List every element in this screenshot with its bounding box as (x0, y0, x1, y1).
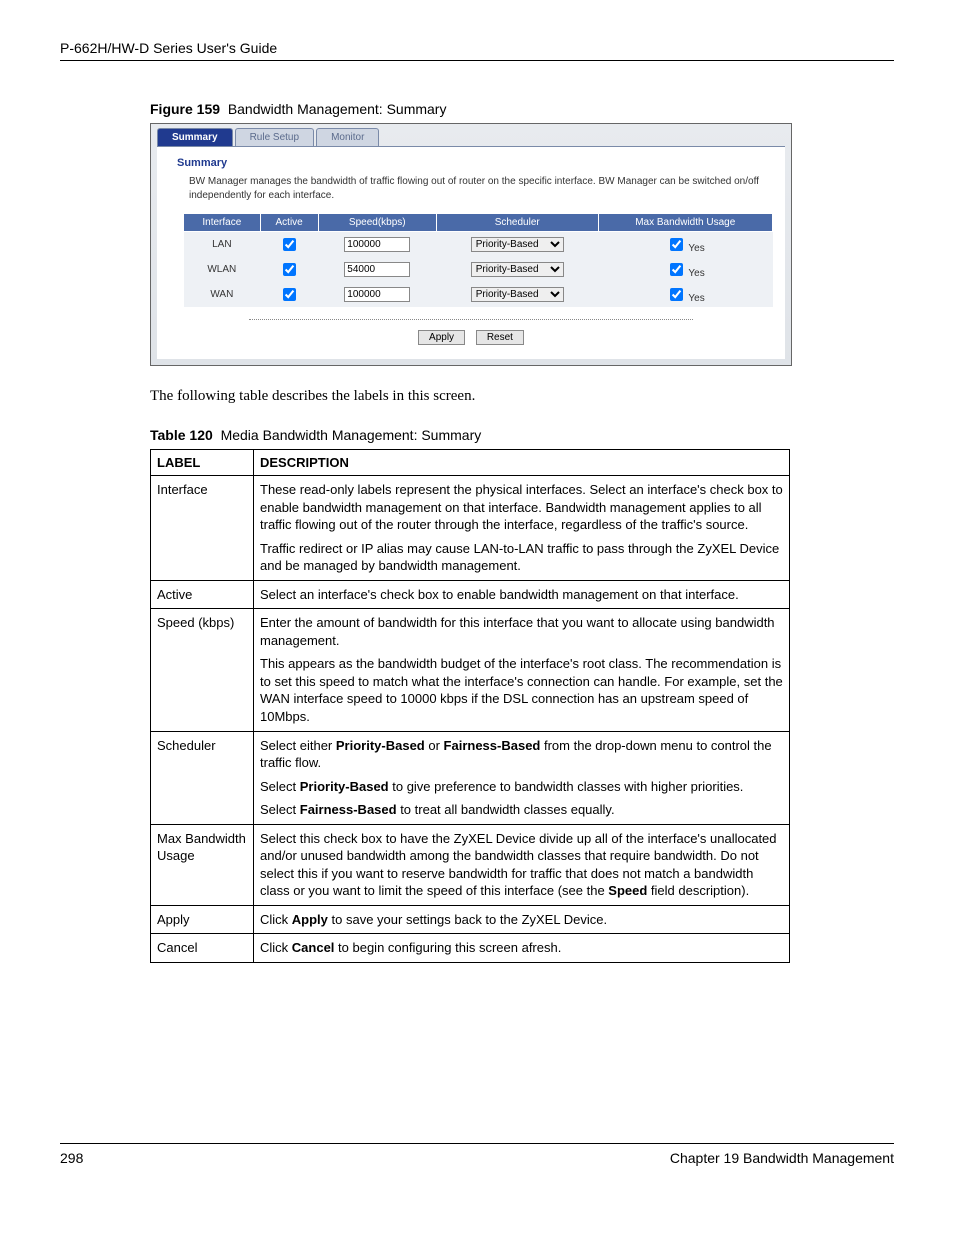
figure-title: Bandwidth Management: Summary (228, 101, 447, 117)
table-label: Table 120 (150, 427, 213, 443)
tab-rule-setup[interactable]: Rule Setup (235, 128, 314, 146)
interface-label: LAN (184, 232, 261, 258)
page-footer: 298 Chapter 19 Bandwidth Management (60, 1143, 894, 1166)
desc-text: Select this check box to have the ZyXEL … (254, 824, 790, 905)
interface-label: WLAN (184, 257, 261, 282)
desc-text: Click Cancel to begin configuring this s… (254, 934, 790, 963)
bw-th: Max Bandwidth Usage (598, 214, 773, 232)
max-usage-checkbox[interactable] (670, 288, 683, 301)
bw-th: Interface (184, 214, 261, 232)
desc-label: Interface (151, 476, 254, 581)
desc-label: Apply (151, 905, 254, 934)
desc-row: Max Bandwidth UsageSelect this check box… (151, 824, 790, 905)
page-number: 298 (60, 1150, 83, 1166)
desc-row: Speed (kbps)Enter the amount of bandwidt… (151, 609, 790, 731)
figure-caption: Figure 159 Bandwidth Management: Summary (150, 101, 894, 117)
active-checkbox[interactable] (283, 288, 296, 301)
table-title: Media Bandwidth Management: Summary (221, 427, 482, 443)
speed-input[interactable] (344, 237, 410, 252)
desc-label: Speed (kbps) (151, 609, 254, 731)
max-usage-label: Yes (686, 243, 705, 254)
panel-description: BW Manager manages the bandwidth of traf… (169, 175, 773, 213)
apply-button[interactable]: Apply (418, 330, 465, 345)
tabbar: SummaryRule SetupMonitor (151, 124, 791, 146)
chapter-label: Chapter 19 Bandwidth Management (670, 1150, 894, 1166)
ui-screenshot: SummaryRule SetupMonitor Summary BW Mana… (150, 123, 792, 366)
scheduler-select[interactable]: Priority-BasedFairness-Based (471, 262, 564, 277)
active-checkbox[interactable] (283, 238, 296, 251)
description-table: LABEL DESCRIPTION InterfaceThese read-on… (150, 449, 790, 963)
speed-input[interactable] (344, 262, 410, 277)
scheduler-select[interactable]: Priority-BasedFairness-Based (471, 287, 564, 302)
max-usage-label: Yes (686, 268, 705, 279)
desc-text: Click Apply to save your settings back t… (254, 905, 790, 934)
max-usage-checkbox[interactable] (670, 238, 683, 251)
table-row: LAN Priority-BasedFairness-Based Yes (184, 232, 773, 258)
bandwidth-table: InterfaceActiveSpeed(kbps)SchedulerMax B… (183, 213, 773, 307)
desc-th-description: DESCRIPTION (254, 450, 790, 476)
desc-row: ActiveSelect an interface's check box to… (151, 580, 790, 609)
desc-text: These read-only labels represent the phy… (254, 476, 790, 581)
desc-row: SchedulerSelect either Priority-Based or… (151, 731, 790, 824)
interface-label: WAN (184, 282, 261, 307)
desc-th-label: LABEL (151, 450, 254, 476)
bw-th: Scheduler (436, 214, 598, 232)
desc-label: Cancel (151, 934, 254, 963)
desc-text: Select either Priority-Based or Fairness… (254, 731, 790, 824)
bw-th: Active (260, 214, 318, 232)
body-text: The following table describes the labels… (150, 388, 894, 405)
max-usage-label: Yes (686, 293, 705, 304)
tab-summary[interactable]: Summary (157, 128, 233, 146)
speed-input[interactable] (344, 287, 410, 302)
reset-button[interactable]: Reset (476, 330, 524, 345)
scheduler-select[interactable]: Priority-BasedFairness-Based (471, 237, 564, 252)
doc-header: P-662H/HW-D Series User's Guide (60, 40, 894, 61)
desc-label: Active (151, 580, 254, 609)
desc-row: InterfaceThese read-only labels represen… (151, 476, 790, 581)
max-usage-checkbox[interactable] (670, 263, 683, 276)
table-caption: Table 120 Media Bandwidth Management: Su… (150, 427, 894, 443)
tab-monitor[interactable]: Monitor (316, 128, 379, 146)
desc-text: Select an interface's check box to enabl… (254, 580, 790, 609)
table-row: WAN Priority-BasedFairness-Based Yes (184, 282, 773, 307)
active-checkbox[interactable] (283, 263, 296, 276)
desc-label: Scheduler (151, 731, 254, 824)
bw-th: Speed(kbps) (318, 214, 436, 232)
figure-label: Figure 159 (150, 101, 220, 117)
panel-title: Summary (169, 155, 773, 175)
desc-row: ApplyClick Apply to save your settings b… (151, 905, 790, 934)
table-row: WLAN Priority-BasedFairness-Based Yes (184, 257, 773, 282)
desc-text: Enter the amount of bandwidth for this i… (254, 609, 790, 731)
desc-row: CancelClick Cancel to begin configuring … (151, 934, 790, 963)
desc-label: Max Bandwidth Usage (151, 824, 254, 905)
